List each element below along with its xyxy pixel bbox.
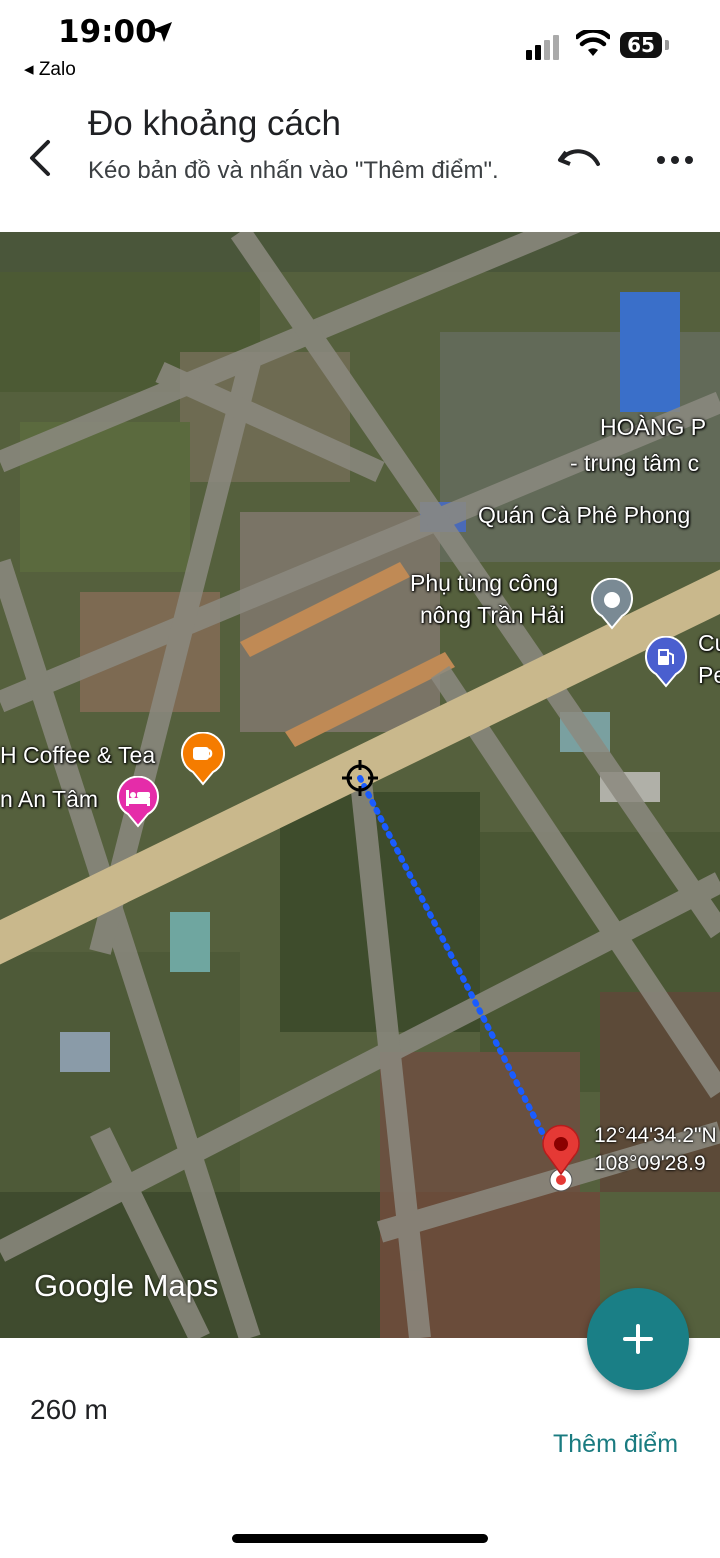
status-bar: 19:00 ◂ Zalo 65 bbox=[0, 0, 720, 88]
crosshair-icon bbox=[342, 760, 378, 796]
bed-icon[interactable] bbox=[116, 776, 160, 828]
battery-tip bbox=[665, 40, 669, 50]
cellular-signal-icon bbox=[526, 35, 559, 60]
coffee-cup-icon[interactable] bbox=[180, 732, 226, 786]
measure-end-pin-icon[interactable] bbox=[536, 1124, 586, 1194]
distance-readout: 260 m bbox=[30, 1394, 108, 1425]
add-point-label[interactable]: Thêm điểm bbox=[553, 1430, 678, 1459]
map-label-hoang-phat-subtitle[interactable]: - trung tâm c bbox=[570, 450, 699, 477]
pin-longitude: 108°09'28.9 bbox=[594, 1152, 706, 1175]
add-point-button[interactable] bbox=[587, 1288, 689, 1390]
pin-coordinates: 12°44'34.2"N 108°09'28.9 bbox=[594, 1122, 717, 1178]
page-title: Đo khoảng cách bbox=[88, 104, 341, 143]
page-subtitle: Kéo bản đồ và nhấn vào "Thêm điểm". bbox=[88, 157, 499, 184]
plus-icon bbox=[623, 1324, 653, 1354]
map-label-cafe-phong[interactable]: Quán Cà Phê Phong bbox=[478, 502, 690, 529]
pin-latitude: 12°44'34.2"N bbox=[594, 1124, 717, 1147]
google-maps-logo: Google Maps bbox=[34, 1268, 219, 1303]
map-label-hoang-phat[interactable]: HOÀNG P bbox=[600, 414, 706, 441]
map-label-phu-tung[interactable]: Phụ tùng công bbox=[410, 570, 558, 597]
map-label-an-tam[interactable]: n An Tâm bbox=[0, 786, 98, 813]
more-options-icon[interactable] bbox=[654, 148, 696, 172]
map-label-coffee-tea[interactable]: H Coffee & Tea bbox=[0, 742, 155, 769]
battery-indicator: 65 bbox=[620, 32, 662, 58]
place-pin-icon[interactable] bbox=[590, 578, 634, 630]
map-label-petrol-line2[interactable]: Pe bbox=[698, 662, 720, 689]
home-indicator[interactable] bbox=[232, 1534, 488, 1543]
status-time: 19:00 bbox=[58, 14, 157, 50]
wifi-icon bbox=[576, 30, 610, 56]
app-header: Đo khoảng cách Kéo bản đồ và nhấn vào "T… bbox=[0, 88, 720, 232]
map-label-phu-tung-line2[interactable]: nông Trần Hải bbox=[420, 602, 564, 629]
back-arrow-icon[interactable] bbox=[22, 136, 62, 180]
location-arrow-icon bbox=[152, 22, 172, 42]
fuel-pump-icon[interactable] bbox=[644, 636, 688, 688]
map-label-petrol[interactable]: Cu bbox=[698, 630, 720, 657]
undo-icon[interactable] bbox=[556, 142, 602, 178]
back-to-app-link[interactable]: ◂ Zalo bbox=[24, 58, 76, 81]
satellite-map[interactable]: HOÀNG P - trung tâm c Quán Cà Phê Phong … bbox=[0, 232, 720, 1338]
